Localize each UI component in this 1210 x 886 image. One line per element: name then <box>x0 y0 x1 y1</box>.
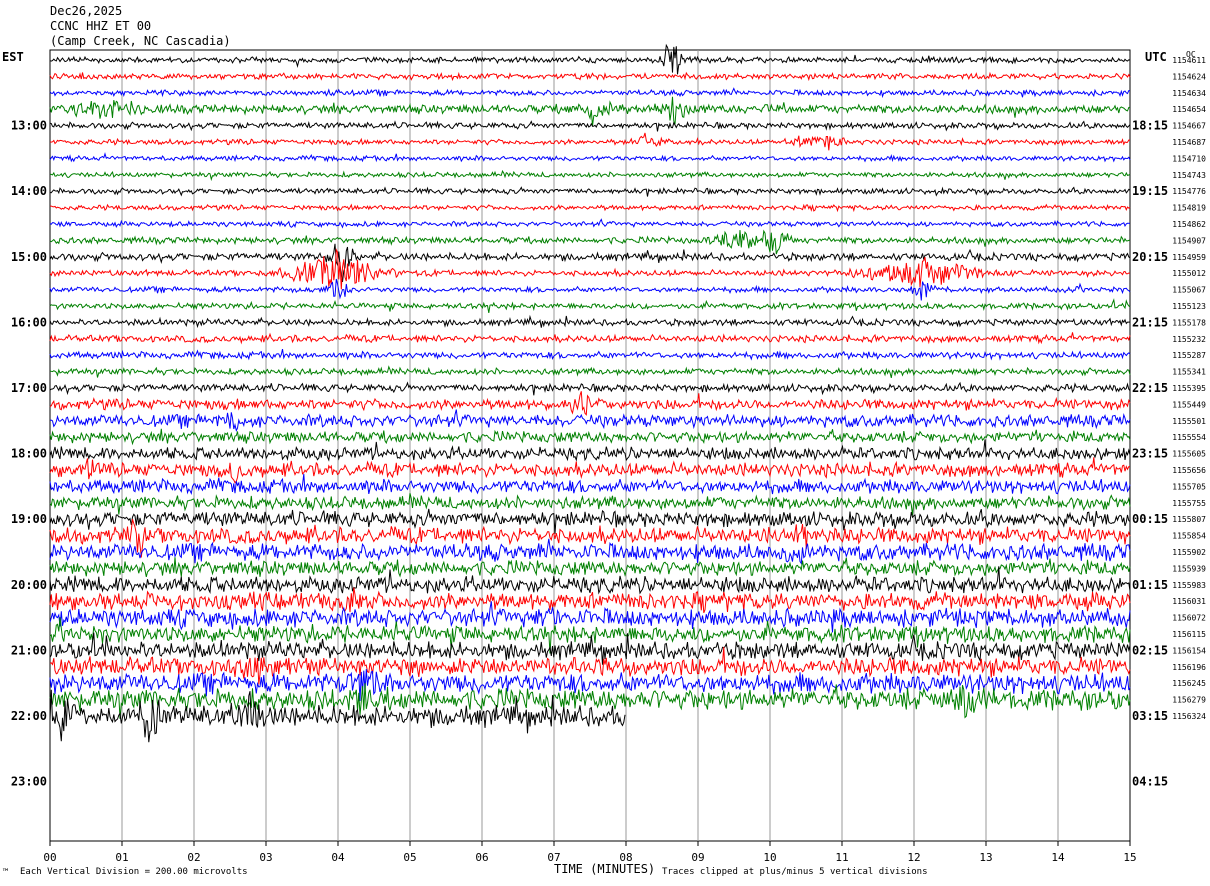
x-tick-label: 01 <box>115 851 128 864</box>
x-tick-label: 04 <box>331 851 345 864</box>
row-count-label: 1155395 <box>1172 384 1206 393</box>
left-time-ticks: 13:00 14:00 15:00 16:00 17:00 18:00 19:00 20:00… <box>11 119 47 789</box>
left-time-label: 20:00 <box>11 578 47 592</box>
right-time-label: 01:15 <box>1132 578 1168 592</box>
row-count-label: 1156072 <box>1172 614 1206 623</box>
right-time-label: 22:15 <box>1132 381 1168 395</box>
row-count-label: 1155807 <box>1172 515 1206 524</box>
right-timezone-label: UTC <box>1145 50 1167 64</box>
helicorder-plot: 00 01 02 03 04 05 06 07 08 09 10 11 12 13 14 15 13:0014… <box>11 43 1206 864</box>
row-count-label: 1155012 <box>1172 269 1206 278</box>
row-count-label: 1155705 <box>1172 482 1206 491</box>
row-count-label: 1155341 <box>1172 368 1206 377</box>
row-count-label: 1155067 <box>1172 286 1206 295</box>
row-count-label: 1156279 <box>1172 696 1206 705</box>
x-tick-label: 06 <box>475 851 488 864</box>
row-count-label: 1154907 <box>1172 236 1206 245</box>
right-time-label: 23:15 <box>1132 447 1168 461</box>
x-tick-label: 10 <box>763 851 776 864</box>
row-count-label: 1155232 <box>1172 335 1206 344</box>
row-count-label: 1156115 <box>1172 630 1206 639</box>
right-time-label: 21:15 <box>1132 315 1168 329</box>
row-count-label: 1154710 <box>1172 154 1206 163</box>
row-count-label: 1155656 <box>1172 466 1206 475</box>
right-time-label: 20:15 <box>1132 250 1168 264</box>
row-count-label: 1154862 <box>1172 220 1206 229</box>
x-axis-title: TIME (MINUTES) <box>554 862 656 876</box>
row-count-label: 1156196 <box>1172 663 1206 672</box>
row-count-label: 1154743 <box>1172 171 1206 180</box>
x-tick-label: 12 <box>907 851 920 864</box>
row-count-label: 1155902 <box>1172 548 1206 557</box>
row-count-label: 1156245 <box>1172 679 1206 688</box>
x-tick-label: 05 <box>403 851 416 864</box>
corner-mark: ™ <box>3 868 9 878</box>
x-tick-label: 02 <box>187 851 200 864</box>
left-time-label: 15:00 <box>11 250 47 264</box>
row-count-labels: 1154611115462411546341154654115466711546… <box>1172 56 1206 721</box>
x-tick-label: 13 <box>979 851 992 864</box>
x-tick-label: 14 <box>1051 851 1065 864</box>
right-time-label: 18:15 <box>1132 119 1168 133</box>
row-count-label: 1154634 <box>1172 89 1206 98</box>
row-count-label: 1155939 <box>1172 564 1206 573</box>
left-time-label: 21:00 <box>11 643 47 657</box>
row-count-label: 1155287 <box>1172 351 1206 360</box>
left-time-label: 13:00 <box>11 119 47 133</box>
row-count-label: 1155178 <box>1172 318 1206 327</box>
left-time-label: 14:00 <box>11 184 47 198</box>
x-tick-label: 00 <box>43 851 56 864</box>
row-count-label: 1154776 <box>1172 187 1206 196</box>
row-count-label: 1154667 <box>1172 122 1206 131</box>
left-time-label: 19:00 <box>11 512 47 526</box>
row-count-label: 1154687 <box>1172 138 1206 147</box>
x-tick-label: 11 <box>835 851 848 864</box>
x-tick-label: 03 <box>259 851 272 864</box>
row-count-label: 1154654 <box>1172 105 1206 114</box>
clip-note: Traces clipped at plus/minus 5 vertical … <box>662 867 928 877</box>
row-count-label: 1155605 <box>1172 450 1206 459</box>
row-count-label: 1154819 <box>1172 204 1206 213</box>
right-time-ticks: 18:15 19:15 20:15 21:15 22:15 23:15 00:15 01:15… <box>1132 119 1168 789</box>
left-time-label: 18:00 <box>11 447 47 461</box>
right-time-label: 03:15 <box>1132 709 1168 723</box>
row-count-label: 1155123 <box>1172 302 1206 311</box>
left-time-label: 16:00 <box>11 315 47 329</box>
row-count-label: 1155755 <box>1172 499 1206 508</box>
left-time-label: 17:00 <box>11 381 47 395</box>
row-count-label: 1156324 <box>1172 712 1206 721</box>
chart-date: Dec26,2025 <box>50 4 123 18</box>
x-axis-ticks: 00 01 02 03 04 05 06 07 08 09 10 11 12 13 14 15 <box>43 841 1137 864</box>
station-code: CCNC HHZ ET 00 <box>50 19 152 33</box>
row-count-label: 1155983 <box>1172 581 1206 590</box>
row-count-label: 1154624 <box>1172 72 1206 81</box>
row-count-label: 1156031 <box>1172 597 1206 606</box>
right-time-label: 04:15 <box>1132 775 1168 789</box>
row-count-label: 1155449 <box>1172 400 1206 409</box>
right-time-label: 00:15 <box>1132 512 1168 526</box>
station-location: (Camp Creek, NC Cascadia) <box>50 34 231 48</box>
row-count-label: 1154959 <box>1172 253 1206 262</box>
row-count-label: 1155854 <box>1172 532 1206 541</box>
scale-note: Each Vertical Division = 200.00 microvol… <box>20 867 248 877</box>
plot-frame <box>49 49 1131 842</box>
row-count-label: 1155554 <box>1172 433 1206 442</box>
x-tick-label: 09 <box>691 851 704 864</box>
right-header-label: OC <box>1186 50 1196 59</box>
left-time-label: 23:00 <box>11 775 47 789</box>
right-time-label: 19:15 <box>1132 184 1168 198</box>
left-timezone-label: EST <box>2 50 24 64</box>
x-tick-label: 15 <box>1123 851 1136 864</box>
left-time-label: 22:00 <box>11 709 47 723</box>
row-count-label: 1156154 <box>1172 646 1206 655</box>
row-count-label: 1155501 <box>1172 417 1206 426</box>
right-time-label: 02:15 <box>1132 643 1168 657</box>
